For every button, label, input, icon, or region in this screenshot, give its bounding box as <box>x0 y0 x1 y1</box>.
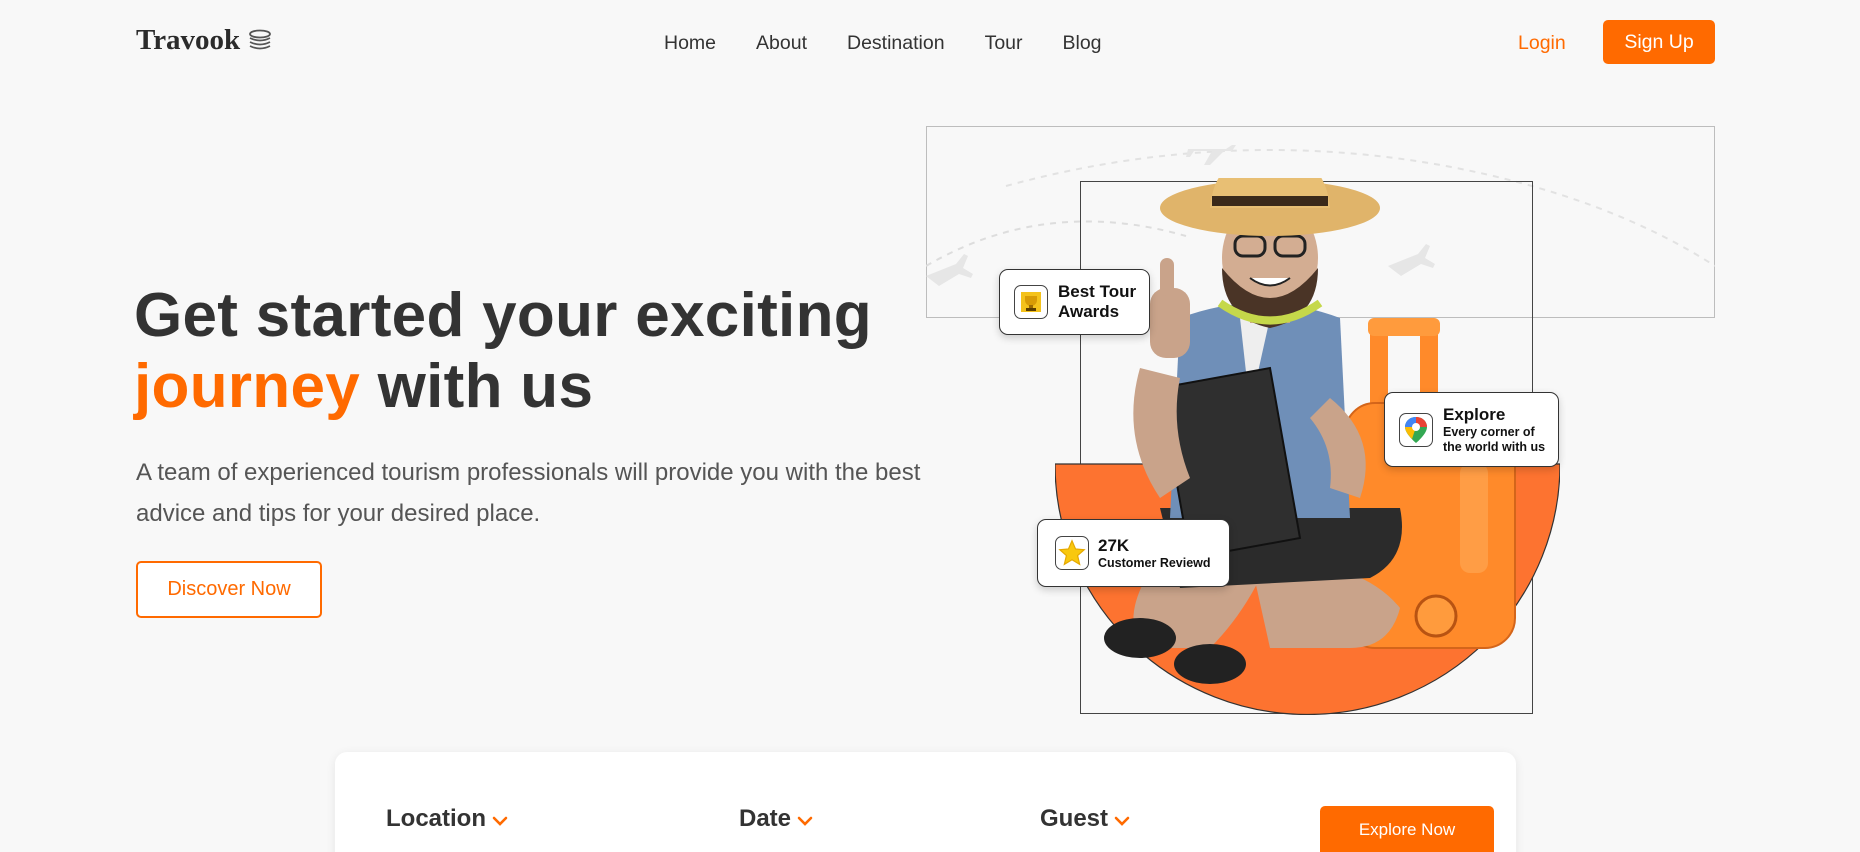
customer-reviews-badge: 27K Customer Reviewd <box>1037 519 1230 587</box>
nav-item-about[interactable]: About <box>756 32 807 55</box>
discover-now-button[interactable]: Discover Now <box>136 561 322 618</box>
award-line2: Awards <box>1058 302 1120 321</box>
explore-line2: the world with us <box>1443 439 1546 454</box>
location-dropdown[interactable]: Location <box>386 805 508 833</box>
signup-button[interactable]: Sign Up <box>1603 20 1715 64</box>
brand-logo[interactable]: Travook <box>136 24 274 57</box>
explore-badge: Explore Every corner of the world with u… <box>1384 392 1559 467</box>
airplane-icon <box>1186 145 1236 165</box>
hero-title-accent: journey <box>134 352 361 421</box>
nav-item-tour[interactable]: Tour <box>985 32 1023 55</box>
explore-title: Explore <box>1443 404 1506 424</box>
chevron-down-icon <box>492 816 508 826</box>
chevron-down-icon <box>797 816 813 826</box>
trophy-icon <box>1014 285 1048 319</box>
hero-title: Get started your exciting journey with u… <box>134 280 872 422</box>
reviews-label: Customer Reviewd <box>1098 555 1211 570</box>
nav-item-blog[interactable]: Blog <box>1063 32 1102 55</box>
award-line1: Best Tour <box>1058 282 1137 301</box>
brand-name: Travook <box>136 24 241 56</box>
map-pin-icon <box>1399 412 1433 447</box>
best-tour-awards-badge: Best Tour Awards <box>999 269 1150 335</box>
star-icon <box>1055 536 1089 570</box>
nav-item-home[interactable]: Home <box>664 32 716 55</box>
hero-title-rest: with us <box>360 352 594 421</box>
coin-stack-icon <box>249 29 272 49</box>
guest-dropdown[interactable]: Guest <box>1040 805 1130 833</box>
date-label: Date <box>739 805 792 832</box>
date-dropdown[interactable]: Date <box>739 805 813 833</box>
explore-line1: Every corner of <box>1443 424 1535 439</box>
guest-label: Guest <box>1040 805 1109 832</box>
main-nav: Home About Destination Tour Blog <box>664 32 1102 55</box>
explore-now-button[interactable]: Explore Now <box>1320 806 1494 852</box>
login-link[interactable]: Login <box>1518 32 1566 55</box>
location-label: Location <box>386 805 486 832</box>
hero-title-line1: Get started your exciting <box>134 281 872 350</box>
hero-description: A team of experienced tourism profession… <box>136 459 921 527</box>
chevron-down-icon <box>1114 816 1130 826</box>
reviews-count: 27K <box>1098 535 1130 555</box>
nav-item-destination[interactable]: Destination <box>847 32 945 55</box>
